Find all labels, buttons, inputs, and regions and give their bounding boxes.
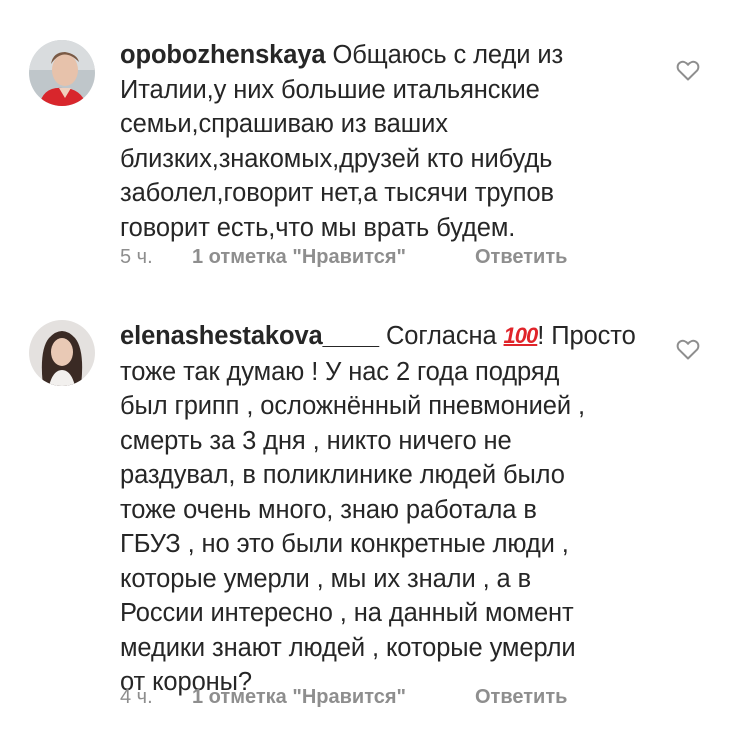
comment-text-line: был грипп , осложнённый пневмонией ,: [120, 392, 586, 420]
comment-text-line: Согласна: [378, 322, 504, 350]
comment-text: elenashestakova____ Согласна 100! Просто…: [120, 319, 650, 700]
likes-count[interactable]: 1 отметка "Нравится": [192, 246, 406, 269]
avatar[interactable]: [29, 320, 95, 386]
likes-count[interactable]: 1 отметка "Нравится": [192, 686, 406, 709]
avatar[interactable]: [29, 40, 95, 106]
username[interactable]: elenashestakova____: [120, 322, 379, 350]
hundred-points-icon: 100: [503, 323, 539, 348]
comment-text-line: тоже очень много, знаю работала в: [120, 495, 537, 524]
comment-text-line: говорит есть,что мы врать будем.: [120, 213, 516, 242]
avatar-photo: [29, 40, 95, 106]
comment-text-line: России интересно , на данный момент: [120, 599, 574, 627]
comment-text-line: раздувал, в поликлинике людей было: [120, 461, 565, 489]
timestamp[interactable]: 5 ч.: [120, 246, 153, 269]
comment-text-line: которые умерли , мы их знали , а в: [120, 564, 532, 593]
heart-outline-icon[interactable]: [676, 338, 700, 360]
username[interactable]: opobozhenskaya: [120, 41, 326, 69]
comment-text-line: Италии,у них большие итальянские: [120, 75, 540, 104]
comment-text-line: смерть за 3 дня , никто ничего не: [120, 426, 512, 455]
reply-button[interactable]: Ответить: [475, 246, 567, 269]
comment-text-line: медики знают людей , которые умерли: [120, 633, 576, 662]
comment-text-line: заболел,говорит нет,а тысячи трупов: [120, 179, 554, 207]
comment-text-line: близких,знакомых,друзей кто нибудь: [120, 144, 553, 173]
avatar-photo: [29, 320, 95, 386]
heart-outline-icon[interactable]: [676, 59, 700, 81]
comment-text-line: ГБУЗ , но это были конкретные люди ,: [120, 530, 569, 558]
comment-text-line: тоже так думаю ! У нас 2 года подряд: [120, 357, 560, 386]
comment-text: opobozhenskaya Общаюсь с леди из Италии,…: [120, 38, 650, 245]
timestamp[interactable]: 4 ч.: [120, 686, 153, 709]
comment-text-line: ! Просто: [537, 322, 636, 350]
reply-button[interactable]: Ответить: [475, 686, 567, 709]
comment-text-line: семьи,спрашиваю из ваших: [120, 110, 448, 138]
comment-text-line: Общаюсь с леди из: [325, 41, 564, 69]
